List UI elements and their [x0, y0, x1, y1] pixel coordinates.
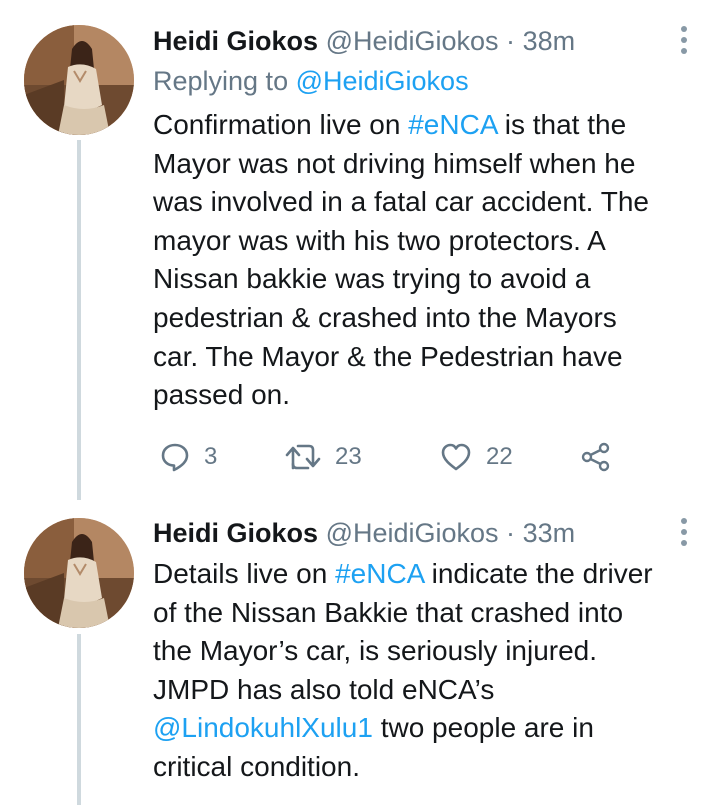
- text-segment: Confirmation live on: [153, 109, 409, 140]
- text-segment: pedestrian & crashed into the Mayors: [153, 301, 617, 333]
- tweet-text-line: mayor was with his two protectors. A: [153, 222, 698, 261]
- text-segment: mayor was with his two protectors. A: [153, 224, 606, 256]
- avatar-image: [24, 25, 134, 135]
- timestamp[interactable]: 33m: [523, 518, 576, 548]
- tweet-text-line: critical condition.: [153, 748, 698, 787]
- tweet-header: Heidi Giokos @HeidiGiokos · 33m: [153, 518, 575, 548]
- text-segment: two people are in: [372, 712, 594, 744]
- tweet-text-line: Details live on #eNCA indicate the drive…: [153, 555, 698, 594]
- author-handle[interactable]: @HeidiGiokos: [326, 518, 499, 548]
- text-segment: critical condition.: [153, 750, 360, 782]
- like-count: 22: [486, 443, 513, 470]
- author-name[interactable]: Heidi Giokos: [153, 518, 318, 548]
- avatar[interactable]: [24, 25, 134, 135]
- text-segment: passed on.: [153, 379, 290, 411]
- more-options-icon[interactable]: [680, 518, 688, 546]
- share-icon: [581, 442, 610, 472]
- replying-to-label: Replying to: [153, 66, 289, 96]
- replying-to: Replying to @HeidiGiokos: [153, 66, 469, 96]
- text-segment: Mayor was not driving himself when he: [153, 147, 636, 179]
- retweet-count: 23: [335, 443, 362, 470]
- hashtag-link[interactable]: #eNCA: [408, 109, 497, 140]
- text-segment: the Mayor’s car, is seriously injured.: [153, 635, 598, 667]
- timestamp[interactable]: 38m: [523, 26, 576, 56]
- tweet[interactable]: Heidi Giokos @HeidiGiokos · 33m Details …: [0, 500, 720, 805]
- text-segment: Details live on: [153, 558, 336, 589]
- reply-count: 3: [204, 443, 218, 470]
- tweet-text: Confirmation live on #eNCA is that the Ma…: [153, 106, 698, 415]
- tweet-text-line: was involved in a fatal car accident. Th…: [153, 183, 698, 222]
- tweet-header: Heidi Giokos @HeidiGiokos · 38m: [153, 26, 575, 56]
- text-segment: indicate the driver: [423, 558, 653, 589]
- more-options-icon[interactable]: [680, 26, 688, 54]
- tweet-text-line: Mayor was not driving himself when he: [153, 145, 698, 184]
- share-button[interactable]: [580, 440, 612, 474]
- thread-line: [77, 140, 81, 500]
- mention-link[interactable]: @LindokuhlXulu1: [153, 712, 373, 743]
- tweet-actions: 3 23 22: [160, 440, 640, 474]
- avatar[interactable]: [24, 518, 134, 628]
- retweet-button[interactable]: 23: [285, 440, 362, 474]
- like-button[interactable]: 22: [440, 440, 513, 474]
- tweet-text-line: @LindokuhlXulu1 two people are in: [153, 709, 698, 748]
- tweet-text-line: pedestrian & crashed into the Mayors: [153, 299, 698, 338]
- tweet-text-line: of the Nissan Bakkie that crashed into: [153, 594, 698, 633]
- text-segment: is that the: [496, 109, 627, 140]
- author-name[interactable]: Heidi Giokos: [153, 26, 318, 56]
- tweet[interactable]: Heidi Giokos @HeidiGiokos · 38m Replying…: [0, 0, 720, 500]
- text-segment: was involved in a fatal car accident. Th…: [153, 186, 649, 218]
- hashtag-link[interactable]: #eNCA: [335, 558, 424, 589]
- tweet-text-line: car. The Mayor & the Pedestrian have: [153, 338, 698, 377]
- text-segment: of the Nissan Bakkie that crashed into: [153, 596, 624, 628]
- thread-line: [77, 634, 81, 805]
- tweet-text-line: the Mayor’s car, is seriously injured.: [153, 632, 698, 671]
- text-segment: JMPD has also told eNCA’s: [153, 673, 495, 705]
- separator: ·: [506, 518, 516, 548]
- retweet-icon: [285, 444, 321, 470]
- tweet-text-line: Confirmation live on #eNCA is that the: [153, 106, 698, 145]
- tweet-text-line: passed on.: [153, 376, 698, 415]
- like-icon: [441, 443, 471, 471]
- reply-button[interactable]: 3: [160, 440, 217, 474]
- tweet-text-line: Nissan bakkie was trying to avoid a: [153, 260, 698, 299]
- author-handle[interactable]: @HeidiGiokos: [326, 26, 499, 56]
- text-segment: car. The Mayor & the Pedestrian have: [153, 340, 623, 372]
- separator: ·: [506, 26, 516, 56]
- tweet-text-line: JMPD has also told eNCA’s: [153, 671, 698, 710]
- text-segment: Nissan bakkie was trying to avoid a: [153, 263, 591, 295]
- replying-to-handle[interactable]: @HeidiGiokos: [296, 66, 469, 96]
- avatar-image: [24, 518, 134, 628]
- tweet-text: Details live on #eNCA indicate the drive…: [153, 555, 698, 787]
- reply-icon: [161, 443, 189, 472]
